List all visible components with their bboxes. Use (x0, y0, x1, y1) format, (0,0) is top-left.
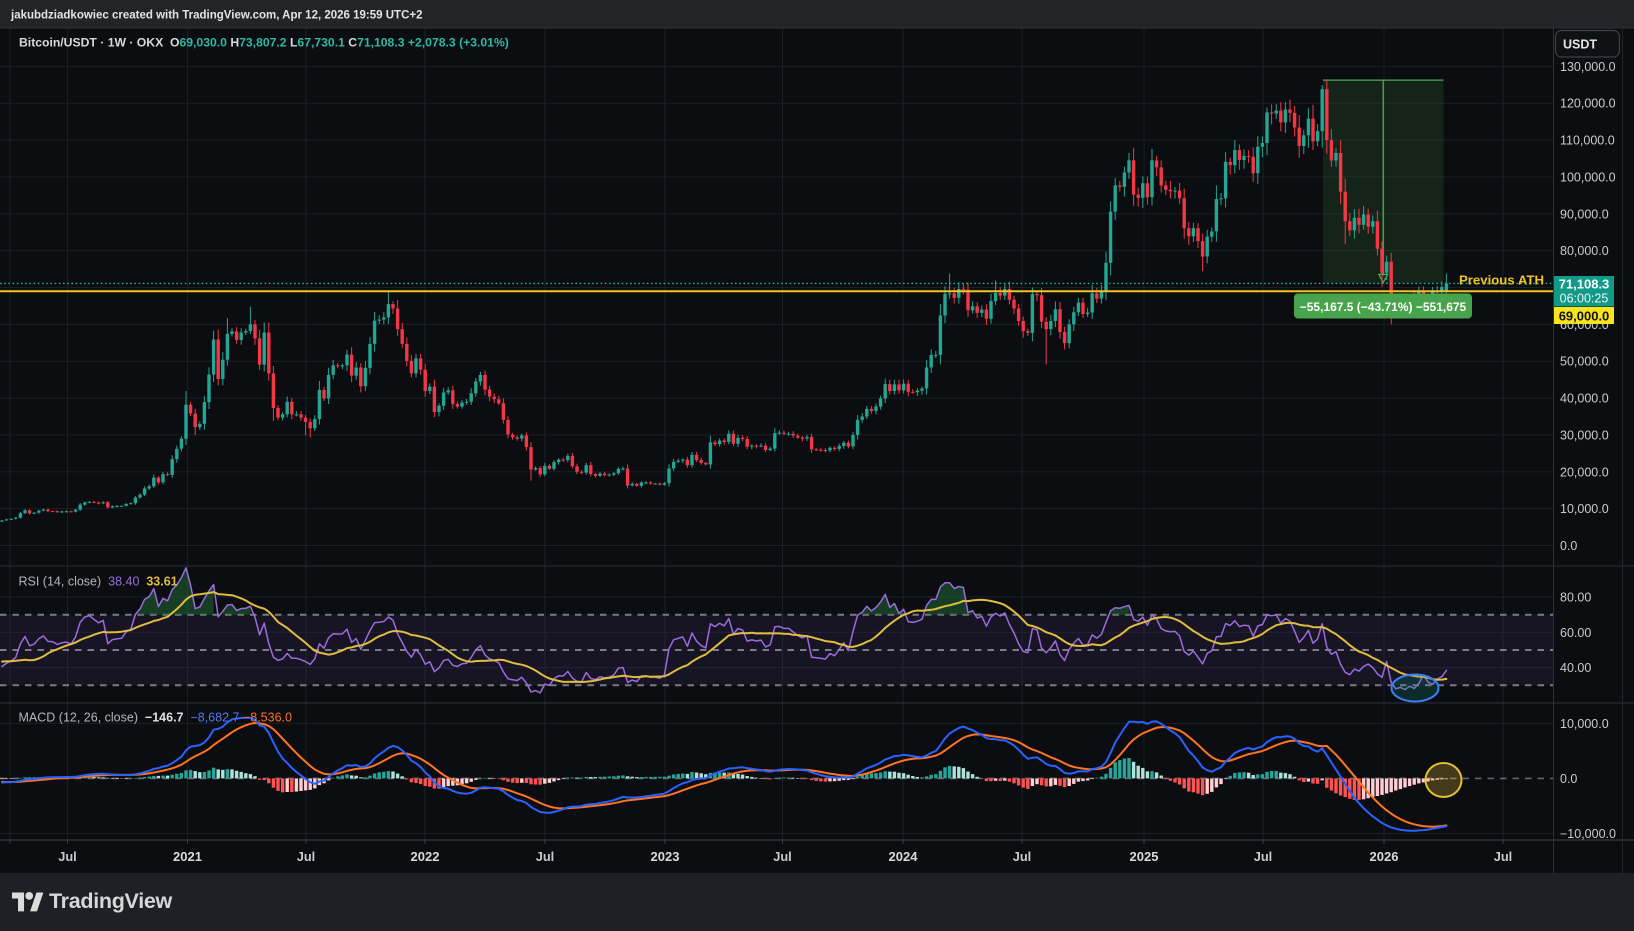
svg-text:80,000.0: 80,000.0 (1560, 244, 1609, 258)
svg-text:Jul: Jul (1013, 849, 1032, 864)
svg-text:2026: 2026 (1370, 849, 1399, 864)
svg-text:Jul: Jul (536, 849, 555, 864)
svg-text:50,000.0: 50,000.0 (1560, 355, 1609, 369)
svg-text:10,000.0: 10,000.0 (1560, 717, 1609, 731)
svg-text:30,000.0: 30,000.0 (1560, 428, 1609, 442)
svg-text:2022: 2022 (411, 849, 440, 864)
svg-text:Jul: Jul (1494, 849, 1513, 864)
svg-text:jakubdziadkowiec created with: jakubdziadkowiec created with TradingVie… (10, 10, 423, 22)
svg-text:120,000.0: 120,000.0 (1560, 97, 1616, 111)
svg-text:2021: 2021 (173, 849, 202, 864)
svg-text:80.00: 80.00 (1560, 591, 1591, 605)
svg-text:RSI (14, close) 38.40 33.61: RSI (14, close) 38.40 33.61 (19, 575, 178, 589)
svg-text:110,000.0: 110,000.0 (1560, 134, 1615, 148)
svg-text:USDT: USDT (1563, 38, 1597, 52)
svg-text:0.0: 0.0 (1560, 539, 1577, 553)
svg-text:2023: 2023 (651, 849, 680, 864)
svg-text:100,000.0: 100,000.0 (1560, 170, 1616, 184)
svg-text:2025: 2025 (1130, 849, 1159, 864)
svg-text:Bitcoin/USDT · 1W · OKX O69,0: Bitcoin/USDT · 1W · OKX O69,030.0 H73,80… (19, 36, 509, 50)
svg-text:71,108.3: 71,108.3 (1559, 277, 1610, 292)
svg-text:10,000.0: 10,000.0 (1560, 502, 1609, 516)
svg-text:40.00: 40.00 (1560, 661, 1591, 675)
svg-text:Jul: Jul (773, 849, 792, 864)
svg-text:−55,167.5 (−43.71%) −551,675: −55,167.5 (−43.71%) −551,675 (1300, 300, 1467, 314)
svg-text:−10,000.0: −10,000.0 (1560, 827, 1616, 841)
svg-text:MACD (12, 26, close) −146.7: MACD (12, 26, close) −146.7 −8,682.7 −8,… (19, 711, 292, 725)
svg-text:Previous ATH: Previous ATH (1459, 273, 1544, 288)
svg-text:0.0: 0.0 (1560, 772, 1577, 786)
svg-text:Jul: Jul (297, 849, 316, 864)
svg-text:2024: 2024 (889, 849, 919, 864)
svg-text:Jul: Jul (58, 849, 77, 864)
svg-text:20,000.0: 20,000.0 (1560, 465, 1609, 479)
svg-text:40,000.0: 40,000.0 (1560, 392, 1609, 406)
svg-text:60.00: 60.00 (1560, 626, 1591, 640)
svg-text:69,000.0: 69,000.0 (1559, 309, 1610, 324)
svg-text:130,000.0: 130,000.0 (1560, 60, 1616, 74)
svg-text:Jul: Jul (1254, 849, 1273, 864)
svg-text:TradingView: TradingView (49, 889, 173, 913)
svg-text:06:00:25: 06:00:25 (1560, 292, 1609, 306)
svg-text:90,000.0: 90,000.0 (1560, 207, 1609, 221)
